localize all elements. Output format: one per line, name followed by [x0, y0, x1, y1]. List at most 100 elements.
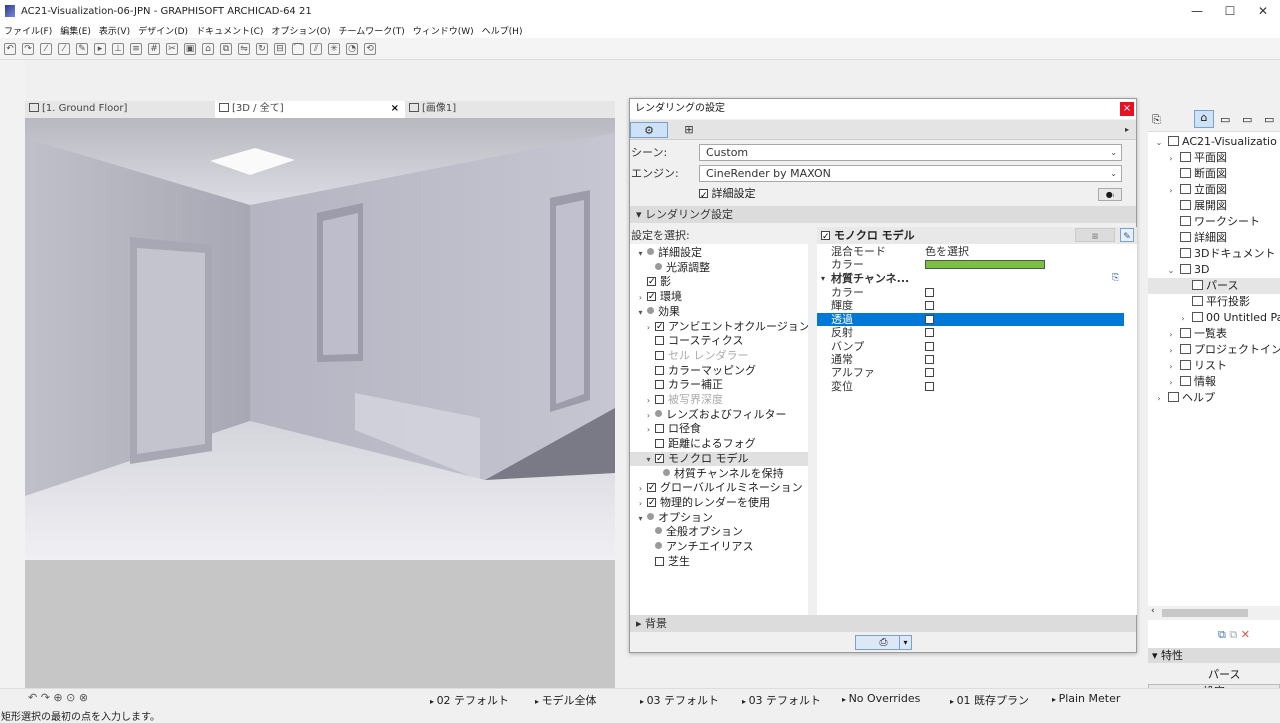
expand-arrow-icon[interactable]: ▾	[636, 512, 645, 526]
channel-settings-icon[interactable]: ⎘	[1112, 272, 1119, 285]
navigator-item[interactable]: ⌄ 3D	[1148, 262, 1280, 278]
pen-icon[interactable]: ✎	[76, 42, 88, 55]
tree-item[interactable]: カラーマッピング	[630, 364, 808, 379]
close-tab-icon[interactable]: ×	[391, 101, 399, 117]
menu-item-2[interactable]: 表示(V)	[95, 24, 134, 37]
nav-action-icons[interactable]: ⧉ ⧉ ✕	[1218, 628, 1250, 642]
tree-item[interactable]: ▾ オプション	[630, 511, 808, 526]
expand-arrow-icon[interactable]: ›	[1164, 359, 1178, 374]
menu-item-1[interactable]: 編集(E)	[56, 24, 95, 37]
navigator-item[interactable]: ワークシート	[1148, 214, 1280, 230]
tree-item[interactable]: コースティクス	[630, 334, 808, 349]
channel-checkbox[interactable]	[925, 355, 934, 364]
navigator-item[interactable]: › 立面図	[1148, 182, 1280, 198]
channel-checkbox[interactable]	[925, 314, 934, 324]
tree-item[interactable]: セル レンダラー	[630, 349, 808, 364]
tree-item[interactable]: ▾ 効果	[630, 305, 808, 320]
navigator-item[interactable]: › 平面図	[1148, 150, 1280, 166]
expand-arrow-icon[interactable]: ›	[1164, 151, 1178, 166]
menu-item-3[interactable]: デザイン(D)	[134, 24, 192, 37]
detail-settings-row[interactable]: 詳細設定	[699, 185, 999, 205]
scene-select[interactable]: Custom ⌄	[699, 144, 1122, 161]
expand-arrow-icon[interactable]: ⌄	[1152, 135, 1166, 150]
channel-checkbox[interactable]	[925, 301, 934, 311]
split-icon[interactable]: ⫽	[310, 42, 322, 55]
tree-item-checkbox[interactable]	[655, 439, 664, 449]
chevron-down-icon[interactable]: ▾	[899, 636, 911, 649]
expand-arrow-icon[interactable]: ▾	[644, 453, 653, 467]
rotate-icon[interactable]: ↻	[256, 42, 268, 55]
list-view-icon[interactable]: ≡	[1075, 228, 1115, 242]
tree-item[interactable]: › 環境	[630, 290, 808, 305]
expand-arrow-icon[interactable]: ›	[644, 409, 653, 423]
tab-ground-floor[interactable]: [1. Ground Floor]	[25, 101, 215, 118]
tab-image1[interactable]: [画像1]	[405, 101, 615, 118]
size-tab[interactable]: ⊞	[670, 122, 708, 138]
navigator-item[interactable]: 詳細図	[1148, 230, 1280, 246]
tree-item[interactable]: ▾ モノクロ モデル	[630, 451, 808, 467]
navigator-item[interactable]: › 00 Untitled Pat	[1148, 310, 1280, 326]
3d-viewport[interactable]	[25, 118, 615, 560]
engine-select[interactable]: CineRender by MAXON ⌄	[699, 165, 1122, 182]
expand-arrow-icon[interactable]: ›	[644, 394, 653, 408]
tree-item[interactable]: 全般オプション	[630, 525, 808, 540]
arrow-select-icon[interactable]: ▸	[94, 42, 106, 55]
tree-item-checkbox[interactable]	[655, 424, 664, 434]
expand-arrow-icon[interactable]: ⌄	[1164, 263, 1178, 278]
preset-info-button[interactable]: ●ᵢ	[1098, 188, 1122, 201]
detail-settings-checkbox[interactable]	[699, 187, 708, 205]
channel-row[interactable]: 輝度	[817, 299, 1124, 313]
menu-item-0[interactable]: ファイル(F)	[0, 24, 56, 37]
channel-row[interactable]: カラー	[817, 286, 1124, 300]
status-item[interactable]: ▸ 03 テフォルト	[742, 692, 821, 708]
tree-item[interactable]: › 物理的レンダーを使用	[630, 496, 808, 511]
publisher-icon[interactable]: ▭	[1264, 113, 1274, 126]
tree-item-checkbox[interactable]	[647, 496, 656, 510]
layout-book-icon[interactable]: ▭	[1242, 113, 1252, 126]
expand-arrow-icon[interactable]: ›	[1152, 391, 1166, 406]
tree-item[interactable]: › ロ径食	[630, 422, 808, 437]
gravity-icon[interactable]: ⊥	[112, 42, 124, 55]
menu-item-7[interactable]: ウィンドウ(W)	[409, 24, 478, 37]
navigator-item[interactable]: 平行投影	[1148, 294, 1280, 310]
offset-icon[interactable]: ⊟	[274, 42, 286, 55]
arrange-icon[interactable]: ⧉	[220, 42, 232, 55]
expand-arrow-icon[interactable]: ›	[636, 291, 645, 305]
tree-item[interactable]: › 被写界深度	[630, 393, 808, 408]
grid-icon[interactable]: #	[148, 42, 160, 55]
channel-row[interactable]: アルファ	[817, 366, 1124, 380]
color-swatch[interactable]	[925, 260, 1045, 269]
channel-checkbox[interactable]	[925, 288, 934, 297]
status-item[interactable]: ▸ Plain Meter	[1052, 692, 1120, 705]
expand-arrow-icon[interactable]: ›	[1164, 343, 1178, 358]
expand-arrow-icon[interactable]: ›	[1164, 327, 1178, 342]
scroll-left-icon[interactable]: ‹	[1151, 606, 1155, 616]
channel-checkbox[interactable]	[925, 328, 934, 338]
menu-item-4[interactable]: ドキュメント(C)	[192, 24, 267, 37]
expand-arrow-icon[interactable]: ›	[1164, 375, 1178, 390]
navigator-item[interactable]: パース	[1148, 278, 1280, 294]
navigator-item[interactable]: 展開図	[1148, 198, 1280, 214]
blend-mode-row[interactable]: 混合モード 色を選択	[817, 245, 1124, 259]
channel-checkbox[interactable]	[925, 368, 934, 378]
channel-row[interactable]: 透過	[817, 312, 1124, 327]
tree-item[interactable]: › アンビエントオクルージョン	[630, 320, 808, 335]
status-item[interactable]: ▸ 02 テフォルト	[430, 692, 509, 708]
tree-item-checkbox[interactable]	[655, 336, 664, 346]
teamwork-icon[interactable]: ⟲	[364, 42, 376, 55]
tree-item-checkbox[interactable]	[647, 481, 656, 495]
tree-item[interactable]: ▾ 詳細設定	[630, 246, 808, 261]
tree-item-checkbox[interactable]	[655, 350, 664, 360]
material-channels-row[interactable]: ▾ 材質チャンネ... ⎘	[817, 272, 1124, 286]
status-item[interactable]: ▸ モデル全体	[535, 692, 597, 708]
status-item[interactable]: ▸ 03 テフォルト	[640, 692, 719, 708]
expand-arrow-icon[interactable]: ▾	[636, 247, 645, 261]
tree-item-checkbox[interactable]	[647, 290, 656, 304]
navigator-item[interactable]: 3Dドキュメント	[1148, 246, 1280, 262]
status-item[interactable]: ▸ No Overrides	[842, 692, 920, 705]
color-row[interactable]: カラー	[817, 258, 1124, 272]
edit-settings-icon[interactable]: ✎	[1120, 228, 1134, 242]
tree-item-checkbox[interactable]	[655, 320, 664, 334]
tree-item-checkbox[interactable]	[655, 380, 664, 390]
tree-item[interactable]: 光源調整	[630, 261, 808, 276]
